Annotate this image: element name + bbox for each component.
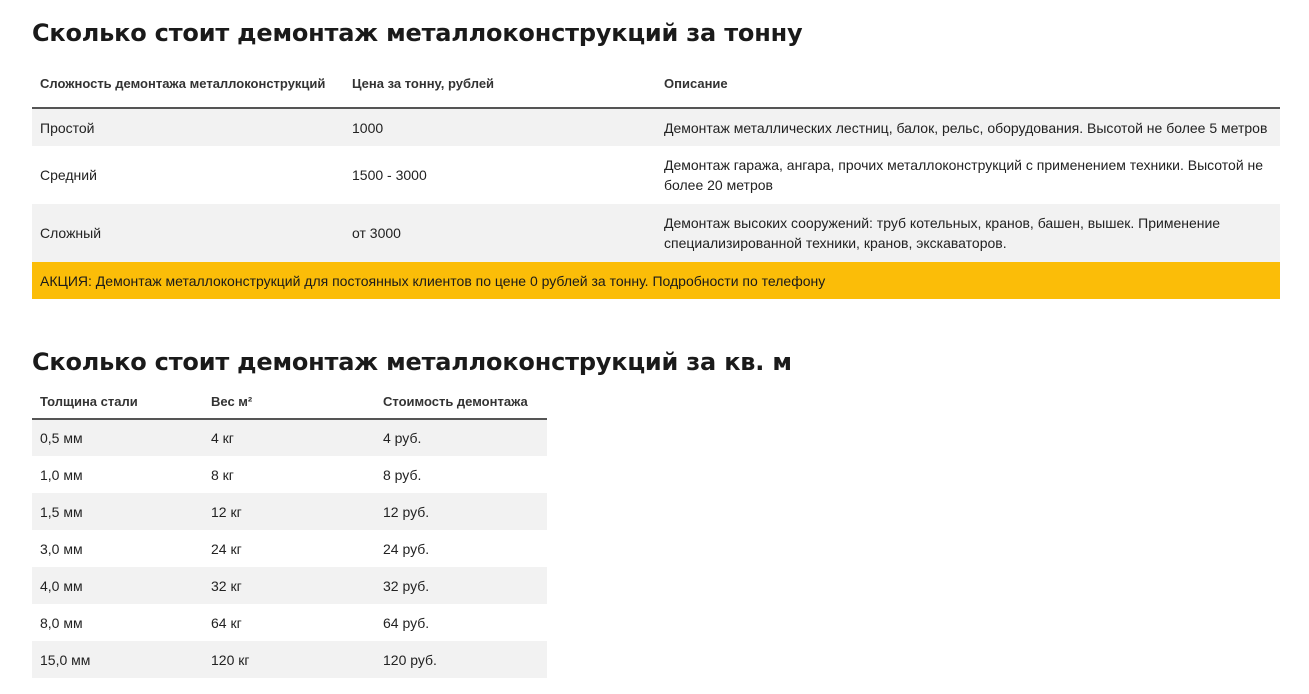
header-price-per-ton: Цена за тонну, рублей bbox=[344, 60, 656, 109]
cell-thickness: 3,0 мм bbox=[32, 530, 203, 567]
table-row: 15,0 мм 120 кг 120 руб. bbox=[32, 641, 547, 678]
cell-description: Демонтаж высоких сооружений: труб котель… bbox=[656, 204, 1280, 262]
cell-weight: 24 кг bbox=[203, 530, 375, 567]
cell-weight: 120 кг bbox=[203, 641, 375, 678]
promo-row: АКЦИЯ: Демонтаж металлоконструкций для п… bbox=[32, 262, 1280, 299]
cell-price: 1500 - 3000 bbox=[344, 146, 656, 204]
cell-weight: 12 кг bbox=[203, 493, 375, 530]
table-header-row: Толщина стали Вес м² Стоимость демонтажа bbox=[32, 385, 547, 420]
cell-thickness: 4,0 мм bbox=[32, 567, 203, 604]
cell-cost: 4 руб. bbox=[375, 419, 547, 456]
cell-cost: 64 руб. bbox=[375, 604, 547, 641]
table-row: Средний 1500 - 3000 Демонтаж гаража, анг… bbox=[32, 146, 1280, 204]
header-complexity: Сложность демонтажа металлоконструкций bbox=[32, 60, 344, 109]
table-row: 3,0 мм 24 кг 24 руб. bbox=[32, 530, 547, 567]
header-steel-thickness: Толщина стали bbox=[32, 385, 203, 420]
table-row: Сложный от 3000 Демонтаж высоких сооруже… bbox=[32, 204, 1280, 262]
price-per-ton-table: Сложность демонтажа металлоконструкций Ц… bbox=[32, 60, 1280, 299]
cell-cost: 24 руб. bbox=[375, 530, 547, 567]
cell-thickness: 1,5 мм bbox=[32, 493, 203, 530]
cell-weight: 8 кг bbox=[203, 456, 375, 493]
cell-weight: 4 кг bbox=[203, 419, 375, 456]
cell-price: от 3000 bbox=[344, 204, 656, 262]
page: Сколько стоит демонтаж металлоконструкци… bbox=[0, 0, 1309, 678]
cell-complexity: Простой bbox=[32, 108, 344, 146]
table-row: 8,0 мм 64 кг 64 руб. bbox=[32, 604, 547, 641]
cell-cost: 32 руб. bbox=[375, 567, 547, 604]
cell-thickness: 15,0 мм bbox=[32, 641, 203, 678]
cell-weight: 32 кг bbox=[203, 567, 375, 604]
cell-complexity: Сложный bbox=[32, 204, 344, 262]
cell-cost: 12 руб. bbox=[375, 493, 547, 530]
promo-banner: АКЦИЯ: Демонтаж металлоконструкций для п… bbox=[32, 262, 1280, 299]
price-per-sqm-table: Толщина стали Вес м² Стоимость демонтажа… bbox=[32, 385, 547, 678]
cell-thickness: 8,0 мм bbox=[32, 604, 203, 641]
cell-description: Демонтаж металлических лестниц, балок, р… bbox=[656, 108, 1280, 146]
header-cost: Стоимость демонтажа bbox=[375, 385, 547, 420]
cell-cost: 8 руб. bbox=[375, 456, 547, 493]
table-row: 1,0 мм 8 кг 8 руб. bbox=[32, 456, 547, 493]
header-weight: Вес м² bbox=[203, 385, 375, 420]
table-row: 0,5 мм 4 кг 4 руб. bbox=[32, 419, 547, 456]
table-header-row: Сложность демонтажа металлоконструкций Ц… bbox=[32, 60, 1280, 109]
table-row: 1,5 мм 12 кг 12 руб. bbox=[32, 493, 547, 530]
section-title-per-sqm: Сколько стоит демонтаж металлоконструкци… bbox=[32, 348, 792, 376]
cell-price: 1000 bbox=[344, 108, 656, 146]
header-description: Описание bbox=[656, 60, 1280, 109]
cell-complexity: Средний bbox=[32, 146, 344, 204]
table-row: 4,0 мм 32 кг 32 руб. bbox=[32, 567, 547, 604]
section-title-per-ton: Сколько стоит демонтаж металлоконструкци… bbox=[32, 19, 803, 47]
table-row: Простой 1000 Демонтаж металлических лест… bbox=[32, 108, 1280, 146]
cell-thickness: 1,0 мм bbox=[32, 456, 203, 493]
cell-weight: 64 кг bbox=[203, 604, 375, 641]
cell-cost: 120 руб. bbox=[375, 641, 547, 678]
cell-description: Демонтаж гаража, ангара, прочих металлок… bbox=[656, 146, 1280, 204]
cell-thickness: 0,5 мм bbox=[32, 419, 203, 456]
